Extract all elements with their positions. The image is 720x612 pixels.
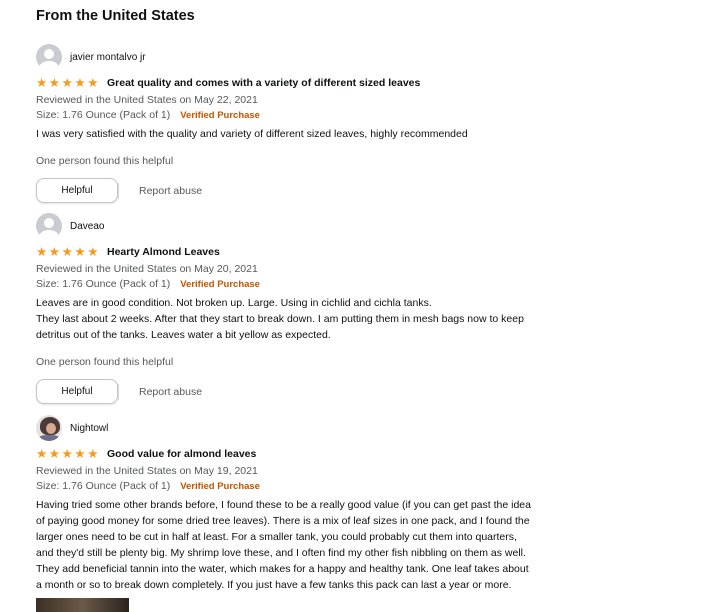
report-abuse-link[interactable]: Report abuse xyxy=(139,185,202,197)
review-1: javier montalvo jr ★ ★ ★ ★ ★ Great quality a… xyxy=(36,44,636,203)
star-icon: ★ xyxy=(74,447,86,461)
star-icon: ★ xyxy=(87,245,99,259)
default-avatar-icon xyxy=(36,44,62,70)
star-icon: ★ xyxy=(87,447,99,461)
review-text-line: They add beneficial tannin into the wate… xyxy=(36,563,529,575)
star-icon: ★ xyxy=(36,76,48,90)
star-icon: ★ xyxy=(87,76,99,90)
review-date: Reviewed in the United States on May 22,… xyxy=(36,94,258,106)
star-icon: ★ xyxy=(61,447,73,461)
star-rating[interactable]: ★ ★ ★ ★ ★ xyxy=(36,245,100,259)
verified-purchase-badge: Verified Purchase xyxy=(180,279,260,290)
reviewer-profile[interactable]: Daveao xyxy=(36,213,636,239)
star-rating[interactable]: ★ ★ ★ ★ ★ xyxy=(36,447,100,461)
review-text-line: I was very satisfied with the quality an… xyxy=(36,128,468,140)
reviewer-profile[interactable]: javier montalvo jr xyxy=(36,44,636,70)
default-avatar-icon xyxy=(36,213,62,239)
review-title[interactable]: Great quality and comes with a variety o… xyxy=(107,77,420,89)
divider xyxy=(118,383,119,400)
review-text: Having tried some other brands before, I… xyxy=(36,497,636,593)
review-text-line: a month or so to break down completely. … xyxy=(36,579,512,591)
review-text-line: Having tried some other brands before, I… xyxy=(36,499,531,511)
review-date: Reviewed in the United States on May 20,… xyxy=(36,263,258,275)
star-icon: ★ xyxy=(74,245,86,259)
product-size: Size: 1.76 Ounce (Pack of 1) xyxy=(36,480,171,492)
section-title: From the United States xyxy=(36,8,195,24)
star-icon: ★ xyxy=(61,76,73,90)
star-icon: ★ xyxy=(48,245,61,259)
verified-purchase-badge: Verified Purchase xyxy=(180,110,260,121)
report-abuse-link[interactable]: Report abuse xyxy=(139,386,202,398)
star-rating[interactable]: ★ ★ ★ ★ ★ xyxy=(36,76,100,90)
reviewer-name[interactable]: Nightowl xyxy=(70,423,108,434)
star-icon: ★ xyxy=(36,447,48,461)
review-text-line: and they'd still be plenty big. My shrim… xyxy=(36,547,526,559)
review-date: Reviewed in the United States on May 19,… xyxy=(36,465,258,477)
star-icon: ★ xyxy=(36,245,48,259)
review-2: Daveao ★ ★ ★ ★ ★ Hearty Almond Leaves Review… xyxy=(36,213,636,404)
helpful-count: One person found this helpful xyxy=(36,155,174,167)
review-text-line: Leaves are in good condition. Not broken… xyxy=(36,297,432,309)
review-text: I was very satisfied with the quality an… xyxy=(36,126,636,142)
review-title[interactable]: Hearty Almond Leaves xyxy=(107,246,220,258)
reviewer-profile[interactable]: Nightowl xyxy=(36,415,636,441)
review-text-line: They last about 2 weeks. After that they… xyxy=(36,313,524,325)
verified-purchase-badge: Verified Purchase xyxy=(180,481,260,492)
product-size: Size: 1.76 Ounce (Pack of 1) xyxy=(36,278,171,290)
helpful-button[interactable]: Helpful xyxy=(36,379,118,404)
star-icon: ★ xyxy=(61,245,73,259)
review-text-line: detritus out of the tanks. Leaves water … xyxy=(36,329,331,341)
review-3: Nightowl ★ ★ ★ ★ ★ Good value for almond lea… xyxy=(36,415,636,593)
review-text-line: larger ones need to be cut in half at le… xyxy=(36,531,517,543)
review-title[interactable]: Good value for almond leaves xyxy=(107,448,256,460)
reviewer-name[interactable]: javier montalvo jr xyxy=(70,52,146,63)
reviewer-name[interactable]: Daveao xyxy=(70,221,104,232)
helpful-count: One person found this helpful xyxy=(36,356,174,368)
review-text-line: of paying good money for some dried tree… xyxy=(36,515,530,527)
divider xyxy=(118,182,119,199)
star-icon: ★ xyxy=(48,447,61,461)
star-icon: ★ xyxy=(74,76,86,90)
reviewer-photo-avatar xyxy=(36,415,62,441)
star-icon: ★ xyxy=(48,76,61,90)
product-size: Size: 1.76 Ounce (Pack of 1) xyxy=(36,109,171,121)
review-text: Leaves are in good condition. Not broken… xyxy=(36,295,636,343)
helpful-button[interactable]: Helpful xyxy=(36,178,118,203)
